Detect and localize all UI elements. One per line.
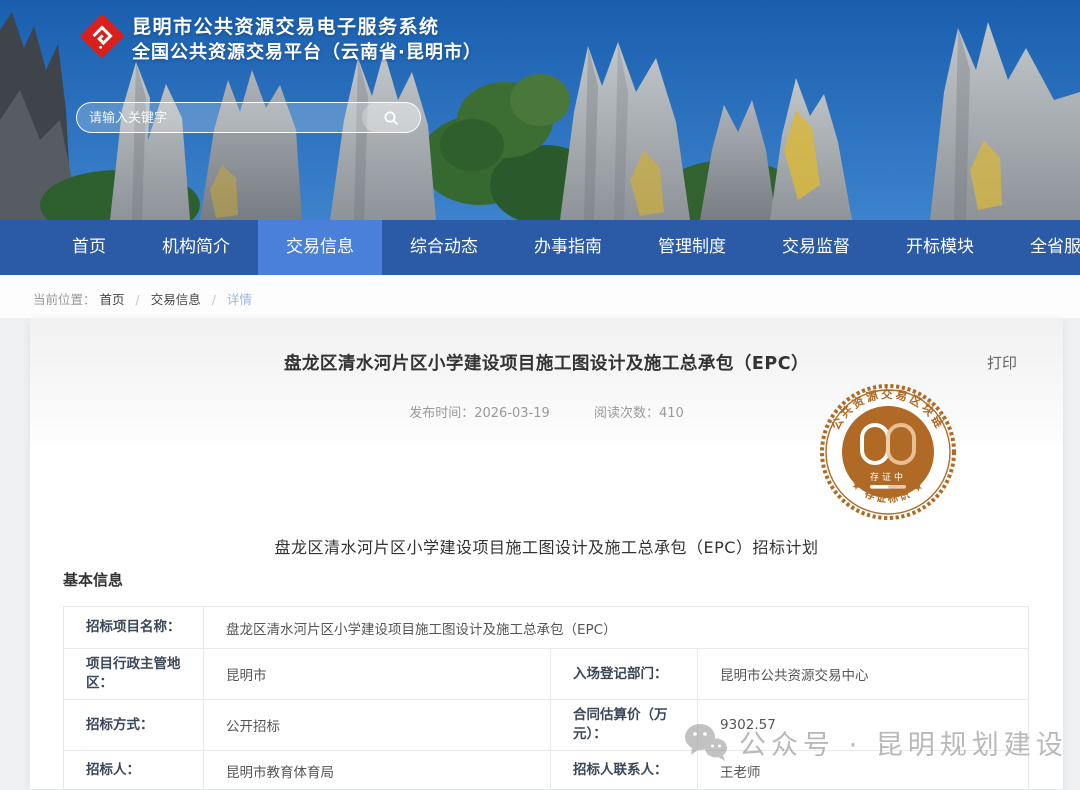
cell-bid-method-label: 招标方式： <box>64 700 204 751</box>
site-title-line2: 全国公共资源交易平台（云南省·昆明市） <box>132 40 482 65</box>
search-input[interactable] <box>77 103 362 132</box>
main-nav: 首页 机构简介 交易信息 综合动态 办事指南 管理制度 交易监督 开标模块 全省… <box>0 220 1080 275</box>
site-title-line1: 昆明市公共资源交易电子服务系统 <box>132 14 482 40</box>
cell-tenderer-value: 昆明市教育体育局 <box>204 751 551 790</box>
nav-item-rules[interactable]: 管理制度 <box>630 220 754 275</box>
breadcrumb-trade-info[interactable]: 交易信息 <box>151 292 201 307</box>
breadcrumb: 当前位置： 首页 / 交易信息 / 详情 <box>33 289 252 308</box>
cell-registration-dept-label: 入场登记部门： <box>551 649 698 700</box>
nav-item-home[interactable]: 首页 <box>44 220 134 275</box>
breadcrumb-prefix: 当前位置： <box>33 292 96 307</box>
site-logo[interactable] <box>76 10 128 62</box>
cell-admin-region-value: 昆明市 <box>204 649 551 700</box>
cell-bid-method-value: 公开招标 <box>204 700 551 751</box>
breadcrumb-home[interactable]: 首页 <box>100 292 125 307</box>
search-box <box>76 102 421 133</box>
site-titles: 昆明市公共资源交易电子服务系统 全国公共资源交易平台（云南省·昆明市） <box>132 14 482 65</box>
breadcrumb-current: 详情 <box>227 292 252 307</box>
cell-contract-estimate-label: 合同估算价（万元）： <box>551 700 698 751</box>
article-subtitle: 盘龙区清水河片区小学建设项目施工图设计及施工总承包（EPC）招标计划 <box>30 534 1063 558</box>
table-row: 招标方式： 公开招标 合同估算价（万元）： 9302.57 <box>64 700 1029 751</box>
cell-project-name-value: 盘龙区清水河片区小学建设项目施工图设计及施工总承包（EPC） <box>204 607 1029 649</box>
basic-info-table: 招标项目名称： 盘龙区清水河片区小学建设项目施工图设计及施工总承包（EPC） 项… <box>63 606 1029 790</box>
cell-tenderer-contact-value: 王老师 <box>698 751 1029 790</box>
cell-tenderer-contact-label: 招标人联系人： <box>551 751 698 790</box>
breadcrumb-separator: / <box>212 292 216 307</box>
nav-item-guide[interactable]: 办事指南 <box>506 220 630 275</box>
views-value: 410 <box>659 406 684 421</box>
section-title-basic-info: 基本信息 <box>63 569 123 590</box>
nav-item-trade-info[interactable]: 交易信息 <box>258 220 382 275</box>
nav-item-province-services[interactable]: 全省服务系统 <box>1002 220 1080 275</box>
cell-admin-region-label: 项目行政主管地区： <box>64 649 204 700</box>
banner: 昆明市公共资源交易电子服务系统 全国公共资源交易平台（云南省·昆明市） <box>0 0 1080 220</box>
table-row: 招标人： 昆明市教育体育局 招标人联系人： 王老师 <box>64 751 1029 790</box>
nav-item-bid-opening[interactable]: 开标模块 <box>878 220 1002 275</box>
cell-registration-dept-value: 昆明市公共资源交易中心 <box>698 649 1029 700</box>
article-card: 盘龙区清水河片区小学建设项目施工图设计及施工总承包（EPC） 打印 发布时间：2… <box>30 318 1063 789</box>
publish-time-value: 2026-03-19 <box>474 406 550 421</box>
views-label: 阅读次数： <box>594 406 659 421</box>
print-button[interactable]: 打印 <box>987 352 1017 373</box>
breadcrumb-bar: 当前位置： 首页 / 交易信息 / 详情 <box>0 275 1080 318</box>
cell-contract-estimate-value: 9302.57 <box>698 700 1029 751</box>
nav-item-news[interactable]: 综合动态 <box>382 220 506 275</box>
seal-center-text: 存证中 <box>870 471 906 483</box>
breadcrumb-separator: / <box>136 292 140 307</box>
blockchain-seal: 公共资源交易区块链 ★ 存证标识 ★ 存证中 <box>817 381 959 523</box>
publish-time-label: 发布时间： <box>409 406 474 421</box>
cell-tenderer-label: 招标人： <box>64 751 204 790</box>
search-icon <box>383 110 399 126</box>
nav-item-supervision[interactable]: 交易监督 <box>754 220 878 275</box>
nav-item-about[interactable]: 机构简介 <box>134 220 258 275</box>
table-row: 项目行政主管地区： 昆明市 入场登记部门： 昆明市公共资源交易中心 <box>64 649 1029 700</box>
article-title: 盘龙区清水河片区小学建设项目施工图设计及施工总承包（EPC） <box>30 318 1063 375</box>
table-row: 招标项目名称： 盘龙区清水河片区小学建设项目施工图设计及施工总承包（EPC） <box>64 607 1029 649</box>
search-button[interactable] <box>362 103 420 132</box>
cell-project-name-label: 招标项目名称： <box>64 607 204 649</box>
